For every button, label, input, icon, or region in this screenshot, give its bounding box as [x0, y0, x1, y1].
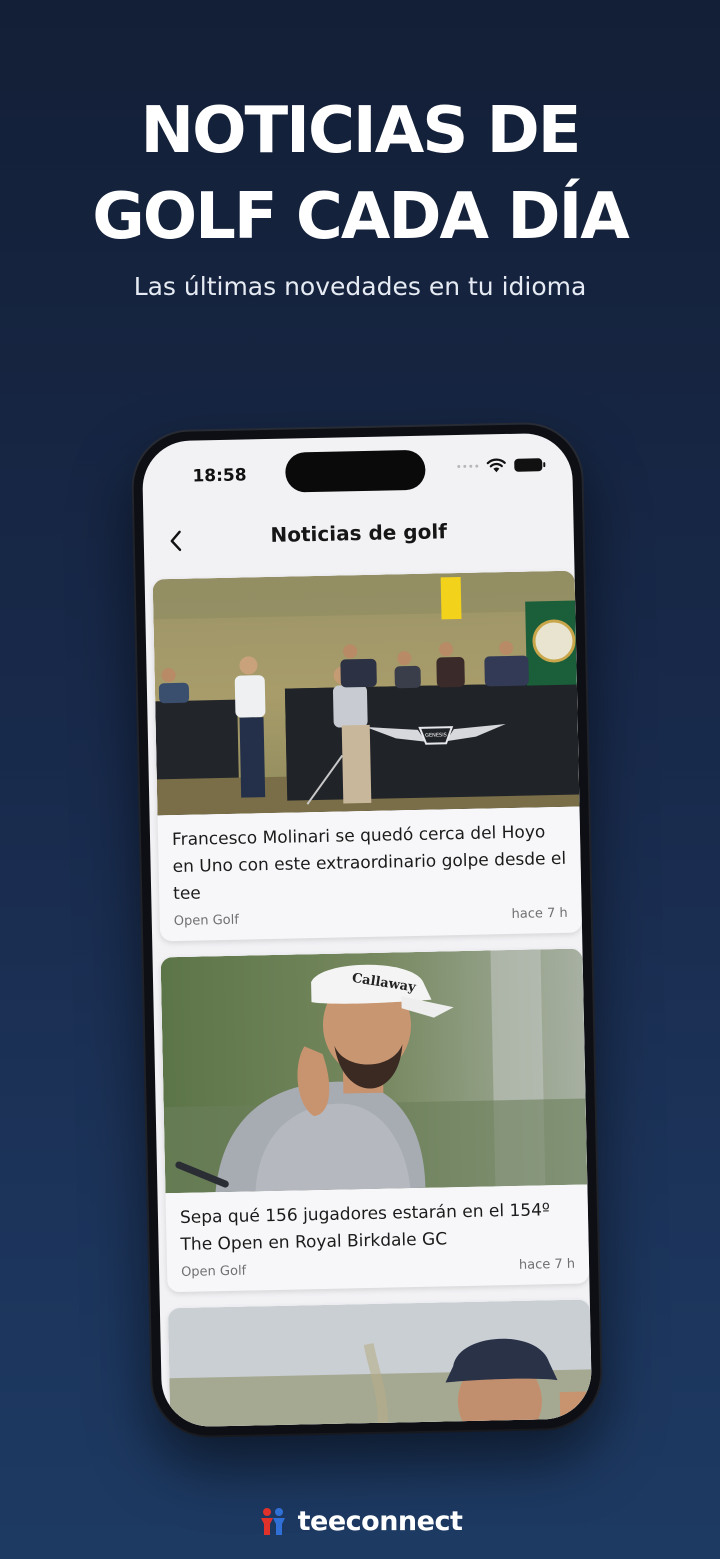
article-card[interactable]: Callaway Sepa qué 156 jugadores estarán … — [160, 948, 590, 1293]
status-bar: 18:58 — [142, 433, 573, 502]
signal-dots-icon — [457, 464, 479, 469]
phone-mockup: 18:58 Noticias de golf GENESIS Francesco… — [132, 423, 602, 1437]
article-time: hace 7 h — [511, 905, 568, 922]
article-image-golfer-cap[interactable] — [167, 1299, 593, 1428]
article-card[interactable]: GENESIS Francesco Molinari se quedó cerc… — [152, 570, 583, 942]
article-image-golfer-tee-shot[interactable]: GENESIS — [152, 570, 580, 816]
hero-title-line-1: NOTICIAS DE — [140, 94, 582, 168]
brand-name: teeconnect — [297, 1506, 463, 1537]
brand-footer: teeconnect — [0, 1506, 720, 1537]
article-body[interactable]: Sepa qué 156 jugadores estarán en el 154… — [165, 1184, 589, 1292]
article-image-golfer-waving[interactable]: Callaway — [160, 948, 588, 1194]
article-body[interactable]: Francesco Molinari se quedó cerca del Ho… — [158, 807, 583, 942]
article-time: hace 7 h — [518, 1256, 576, 1273]
teeconnect-logo-icon — [260, 1507, 285, 1535]
hero-subtitle: Las últimas novedades en tu idioma — [133, 272, 587, 301]
page-title: Noticias de golf — [270, 519, 448, 547]
article-source: Open Golf — [173, 912, 240, 930]
nav-bar: Noticias de golf — [143, 509, 574, 566]
battery-icon — [514, 458, 543, 472]
dynamic-island — [284, 449, 426, 493]
article-meta: Open Golf hace 7 h — [181, 1257, 575, 1280]
article-image-brand-text: GENESIS — [425, 732, 447, 738]
news-feed[interactable]: GENESIS Francesco Molinari se quedó cerc… — [152, 570, 593, 1428]
status-icons — [457, 457, 543, 474]
article-source: Open Golf — [180, 1263, 247, 1280]
hero-title-line-2: GOLF CADA DÍA — [92, 180, 630, 254]
phone-screen: 18:58 Noticias de golf GENESIS Francesco… — [141, 432, 593, 1428]
status-time: 18:58 — [192, 465, 247, 487]
article-card[interactable] — [167, 1299, 593, 1428]
hero-title: NOTICIAS DE GOLF CADA DÍA — [0, 88, 720, 260]
article-meta: Open Golf hace 7 h — [174, 906, 568, 929]
wifi-icon — [486, 458, 506, 473]
article-title[interactable]: Sepa qué 156 jugadores estarán en el 154… — [180, 1197, 575, 1259]
article-title[interactable]: Francesco Molinari se quedó cerca del Ho… — [172, 819, 568, 908]
